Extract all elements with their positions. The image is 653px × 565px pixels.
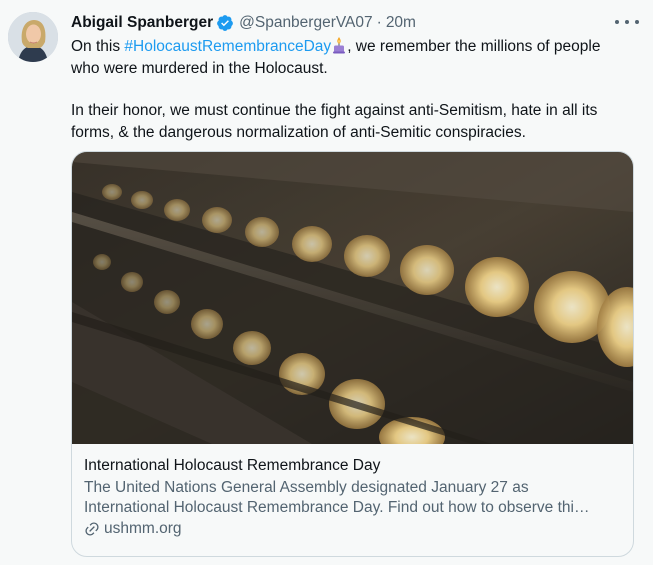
avatar[interactable] [8, 12, 58, 62]
more-options-icon[interactable] [615, 14, 639, 30]
timestamp[interactable]: 20m [386, 14, 416, 32]
card-title: International Holocaust Remembrance Day [84, 457, 381, 474]
card-description-line-1: The United Nations General Assembly desi… [84, 479, 529, 496]
tweet-paragraph-2: In their honor, we must continue the fig… [71, 102, 598, 141]
candle-emoji-icon [332, 36, 346, 54]
author-handle[interactable]: @SpanbergerVA07 [239, 14, 373, 32]
card-description: The United Nations General Assembly desi… [84, 478, 621, 518]
card-description-line-2: International Holocaust Remembrance Day.… [84, 499, 590, 516]
link-icon [84, 521, 100, 537]
tweet-paragraph-1: On this #HolocaustRemembranceDay , we re… [71, 36, 631, 79]
card-image[interactable] [72, 152, 633, 457]
author-name[interactable]: Abigail Spanberger [71, 14, 213, 32]
separator-dot: · [376, 14, 382, 31]
tweet-header: Abigail Spanberger @SpanbergerVA07 · 20m [71, 12, 637, 34]
text-part-1: On this [71, 38, 125, 55]
card-meta: International Holocaust Remembrance Day … [84, 456, 621, 539]
link-preview-card[interactable]: International Holocaust Remembrance Day … [71, 151, 634, 557]
hashtag-link[interactable]: #HolocaustRemembranceDay [124, 38, 331, 55]
tweet[interactable]: Abigail Spanberger @SpanbergerVA07 · 20m… [0, 0, 653, 565]
tweet-text: On this #HolocaustRemembranceDay , we re… [71, 36, 631, 143]
card-domain-link[interactable]: ushmm.org [84, 519, 621, 539]
card-domain[interactable]: ushmm.org [104, 519, 182, 539]
verified-badge-icon [216, 14, 234, 32]
